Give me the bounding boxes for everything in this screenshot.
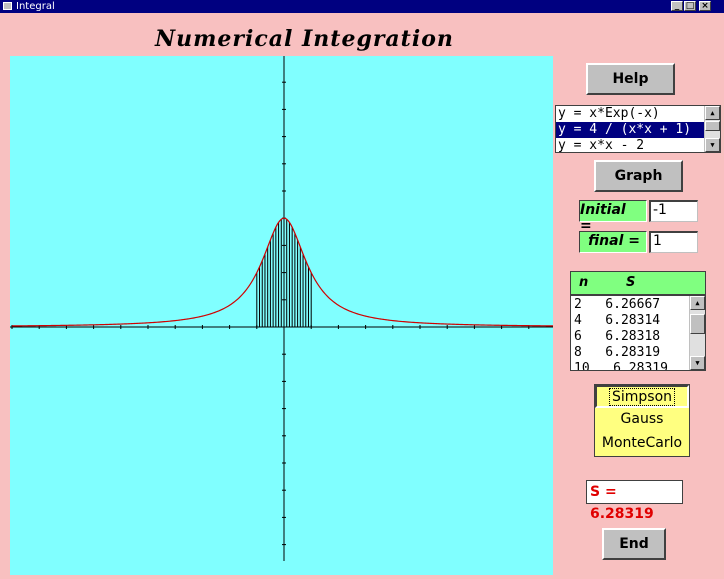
integration-strips: [256, 218, 312, 327]
result-row[interactable]: 2 6.26667: [571, 297, 689, 313]
simpson-label: Simpson: [608, 388, 676, 406]
simpson-method-button[interactable]: Simpson: [595, 385, 689, 408]
scroll-up-arrow-icon[interactable]: ▲: [705, 106, 720, 120]
final-input[interactable]: 1: [649, 231, 698, 253]
gauss-method-button[interactable]: Gauss: [595, 409, 689, 432]
initial-label-text: Initial =: [580, 202, 626, 234]
results-scrollbar[interactable]: ▲ ▼: [689, 296, 705, 370]
function-curve: [11, 217, 557, 327]
title-bar: Integral _ □ ×: [0, 0, 724, 13]
plot-area[interactable]: [10, 56, 557, 575]
close-button[interactable]: ×: [699, 1, 711, 11]
result-row[interactable]: 10 6.28319: [571, 361, 689, 370]
result-row[interactable]: 8 6.28319: [571, 345, 689, 361]
results-listbox[interactable]: 2 6.26667 4 6.28314 6 6.28318 8 6.28319 10 6…: [570, 295, 706, 371]
results-header: n S: [570, 271, 706, 295]
scroll-down-arrow-icon[interactable]: ▼: [690, 356, 705, 370]
initial-input[interactable]: -1: [649, 200, 698, 222]
function-item[interactable]: y = 4 / (x*x + 1): [556, 122, 704, 138]
app-title: Numerical Integration: [155, 26, 454, 52]
final-label: final =: [579, 231, 647, 253]
result-row[interactable]: 4 6.28314: [571, 313, 689, 329]
scroll-thumb[interactable]: [690, 314, 705, 334]
function-item[interactable]: y = x*Exp(-x): [556, 106, 704, 122]
results-header-s: S: [626, 275, 636, 290]
app-icon[interactable]: [3, 2, 12, 10]
maximize-button[interactable]: □: [684, 1, 696, 11]
result-display: S = 6.28319: [586, 480, 683, 522]
minimize-button[interactable]: _: [671, 1, 683, 11]
initial-label: Initial =: [579, 200, 647, 234]
function-item[interactable]: y = x*x - 2: [556, 138, 704, 152]
scroll-down-arrow-icon[interactable]: ▼: [705, 138, 720, 152]
results-header-n: n: [579, 275, 589, 290]
plot-svg: [10, 56, 557, 561]
montecarlo-method-button[interactable]: MonteCarlo: [595, 433, 689, 456]
final-label-text: final =: [588, 233, 640, 249]
help-button[interactable]: Help: [586, 63, 675, 95]
scroll-thumb[interactable]: [705, 121, 720, 131]
method-group: Simpson Gauss MonteCarlo: [594, 384, 690, 457]
function-listbox[interactable]: y = x*Exp(-x) y = 4 / (x*x + 1) y = x*x - …: [555, 105, 721, 153]
scroll-up-arrow-icon[interactable]: ▲: [690, 296, 705, 310]
function-list: y = x*Exp(-x) y = 4 / (x*x + 1) y = x*x - …: [556, 106, 704, 152]
end-button[interactable]: End: [602, 528, 666, 560]
graph-button[interactable]: Graph: [594, 160, 683, 192]
window-title: Integral: [16, 1, 55, 12]
result-row[interactable]: 6 6.28318: [571, 329, 689, 345]
function-scrollbar[interactable]: ▲ ▼: [704, 106, 720, 152]
results-list: 2 6.26667 4 6.28314 6 6.28318 8 6.28319 10 6…: [571, 296, 689, 370]
